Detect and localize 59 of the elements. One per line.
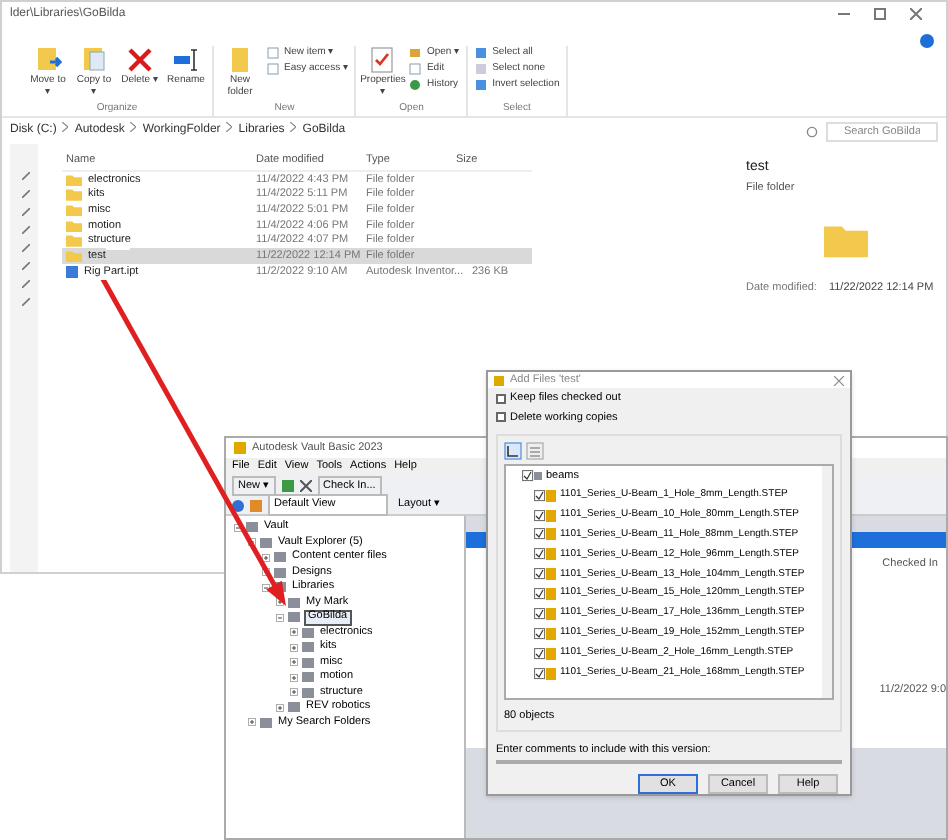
scrollbar[interactable] [822,465,832,698]
close-icon[interactable] [834,375,844,386]
minimize-icon[interactable] [838,8,850,20]
collapse-icon[interactable] [248,538,256,547]
expand-icon[interactable] [262,568,270,577]
comment-field[interactable] [496,760,842,765]
chevron-icon [62,122,69,132]
checkbox[interactable] [496,393,506,404]
checked-folder-icon[interactable] [522,470,542,483]
expand-icon[interactable] [290,643,298,652]
pin-icon[interactable] [22,172,30,180]
chevron-icon [226,122,233,132]
copy-icon [80,46,108,74]
vault-logo-icon [234,442,246,454]
part-file-icon [66,265,78,278]
expand-icon[interactable] [290,673,298,682]
folder-icon [226,46,254,74]
checked-file-icon[interactable] [534,627,556,640]
pin-icon[interactable] [22,226,30,234]
checked-file-icon[interactable] [534,588,556,601]
checked-file-icon[interactable] [534,509,556,522]
vault-logo-icon [494,375,504,386]
expand-icon[interactable] [276,703,284,712]
vault-folder-icon [260,717,272,728]
checkbox[interactable] [496,412,506,423]
rename-icon [172,46,200,74]
properties-icon [368,46,397,74]
tree-view-icon[interactable] [504,441,522,460]
close-icon[interactable] [910,8,922,20]
chevron-icon [290,122,297,132]
expand-icon[interactable] [262,553,270,562]
collapse-icon[interactable] [276,613,284,622]
chevron-icon [130,122,137,132]
checked-file-icon[interactable] [534,608,556,621]
checked-file-icon[interactable] [534,667,556,680]
checked-file-icon[interactable] [534,548,556,561]
checked-file-icon[interactable] [534,647,556,660]
checked-file-icon[interactable] [534,528,556,541]
maximize-icon[interactable] [874,8,886,20]
move-icon [34,46,62,74]
checked-file-icon[interactable] [534,489,556,502]
expand-icon[interactable] [290,628,298,637]
toolbar-icon[interactable] [281,480,294,492]
expand-icon[interactable] [290,658,298,667]
help-icon[interactable] [920,34,934,48]
pin-icon[interactable] [22,244,30,252]
refresh-icon[interactable] [806,125,818,137]
pin-icon[interactable] [22,280,30,288]
pin-icon[interactable] [22,262,30,270]
delete-icon[interactable] [299,480,312,492]
pin-icon[interactable] [22,208,30,216]
delete-icon [126,46,154,74]
pin-icon[interactable] [22,190,30,198]
collapse-icon[interactable] [234,523,242,532]
pin-icon[interactable] [22,298,30,306]
expand-icon[interactable] [248,718,256,727]
large-folder-icon [824,221,868,258]
checked-file-icon[interactable] [534,568,556,581]
expand-icon[interactable] [290,688,298,697]
